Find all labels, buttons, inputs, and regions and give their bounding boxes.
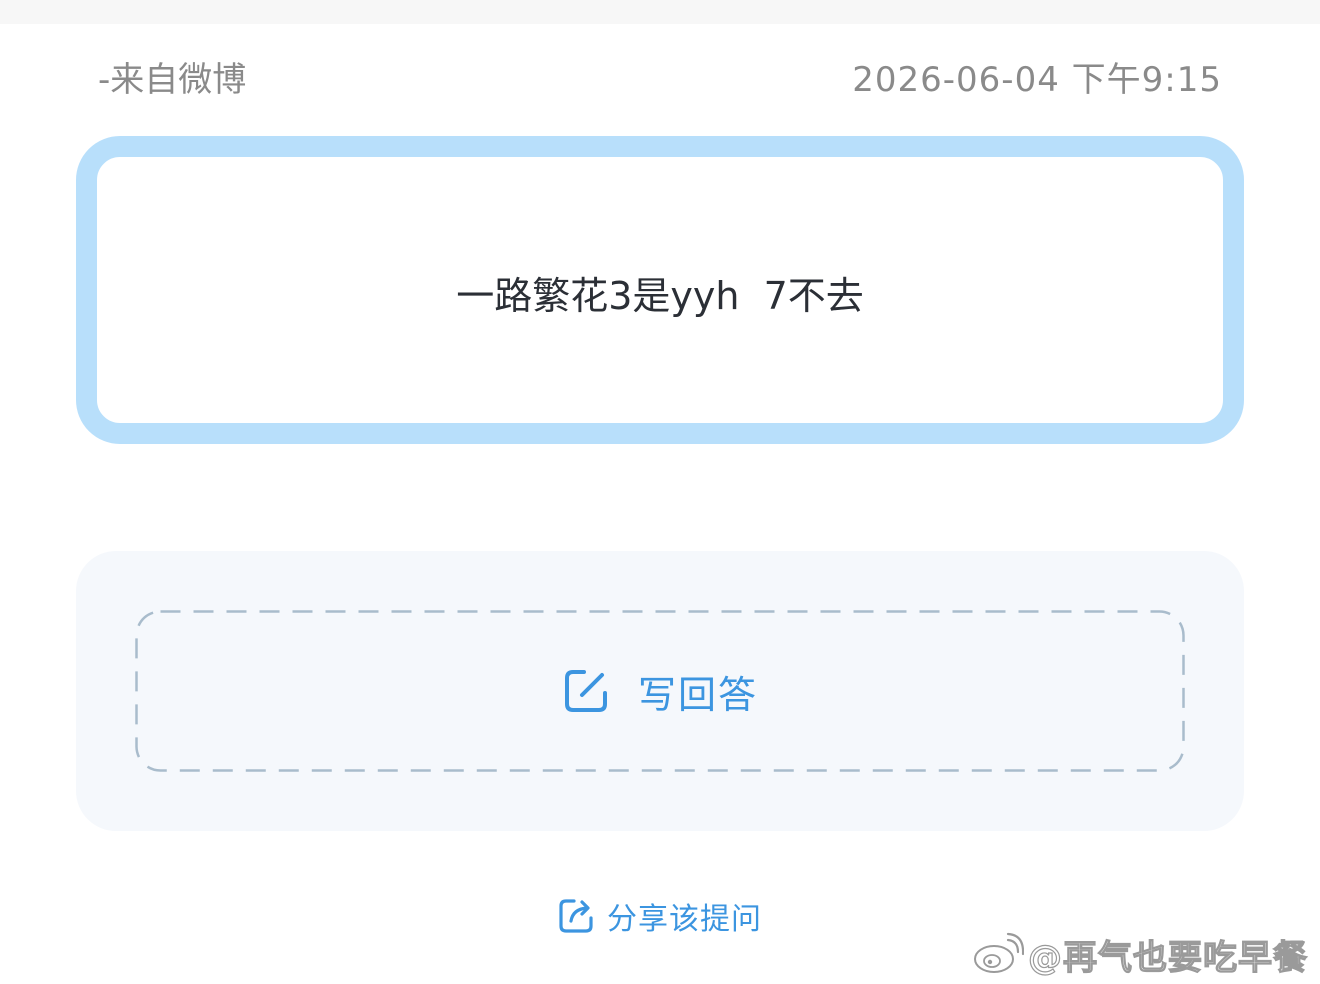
write-answer-button[interactable]: 写回答 <box>135 610 1185 772</box>
question-card: 一路繁花3是yyh 7不去 <box>76 136 1244 444</box>
watermark: @再气也要吃早餐 <box>972 930 1308 978</box>
share-question-link[interactable]: 分享该提问 <box>557 894 762 938</box>
share-question-label: 分享该提问 <box>607 902 762 937</box>
weibo-logo-icon <box>974 932 1024 973</box>
source-label: -来自微博 <box>98 60 247 100</box>
top-strip <box>0 0 1320 24</box>
edit-icon <box>562 667 610 715</box>
timestamp: 2026-06-04 下午9:15 <box>852 60 1222 100</box>
question-text: 一路繁花3是yyh 7不去 <box>456 273 864 318</box>
watermark-text: @再气也要吃早餐 <box>1027 937 1308 978</box>
share-icon <box>557 897 595 935</box>
write-answer-label: 写回答 <box>637 672 758 717</box>
